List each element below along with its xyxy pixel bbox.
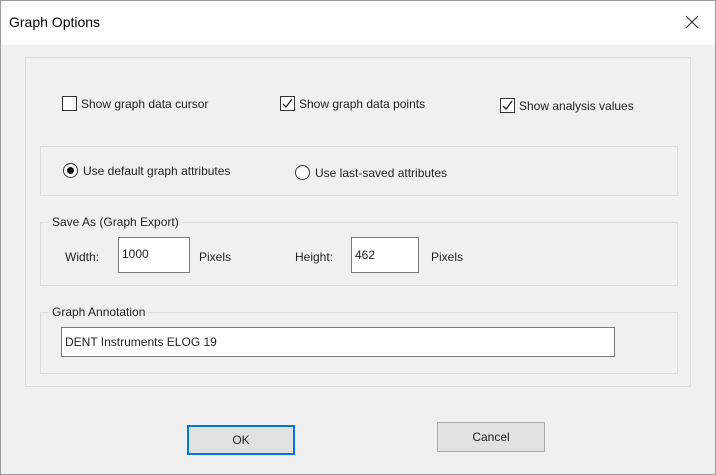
show-cursor-checkbox[interactable]: Show graph data cursor [62,96,208,111]
default-attributes-radio[interactable]: Use default graph attributes [63,163,230,178]
annotation-legend: Graph Annotation [49,305,149,319]
height-input[interactable] [351,237,419,273]
show-cursor-label: Show graph data cursor [81,96,209,111]
save-as-legend: Save As (Graph Export) [49,215,182,229]
radio-circle[interactable] [63,163,78,178]
annotation-group: Graph Annotation [40,305,678,374]
title-bar: Graph Options [1,1,715,45]
checkbox-box[interactable] [280,96,295,111]
checkmark-icon [502,100,513,110]
width-unit: Pixels [199,250,232,264]
height-label: Height: [295,250,334,264]
last-saved-attributes-radio[interactable]: Use last-saved attributes [295,165,447,180]
checkbox-box[interactable] [62,96,77,111]
height-unit: Pixels [431,250,464,264]
last-saved-attributes-label: Use last-saved attributes [315,165,448,180]
attributes-group: Use default graph attributes Use last-sa… [40,146,678,196]
checkmark-icon [282,98,293,108]
show-points-checkbox[interactable]: Show graph data points [280,96,425,111]
options-panel: Show graph data cursor Show graph data p… [25,57,691,387]
radio-dot [67,167,74,174]
annotation-input[interactable] [61,327,615,357]
width-input[interactable] [118,237,190,273]
close-button[interactable] [669,1,715,45]
show-analysis-label: Show analysis values [519,98,634,113]
radio-circle[interactable] [295,165,310,180]
show-analysis-checkbox[interactable]: Show analysis values [500,98,634,113]
dialog-title: Graph Options [9,14,101,30]
ok-button[interactable]: OK [187,425,295,455]
show-points-label: Show graph data points [299,96,426,111]
default-attributes-label: Use default graph attributes [83,163,231,178]
cancel-button[interactable]: Cancel [437,422,545,452]
graph-options-dialog: Graph Options Show graph data cursor Sho… [0,0,716,475]
width-label: Width: [65,250,100,264]
save-as-group: Save As (Graph Export) Width: Pixels Hei… [40,215,678,286]
checkbox-box[interactable] [500,98,515,113]
close-icon [685,15,699,32]
